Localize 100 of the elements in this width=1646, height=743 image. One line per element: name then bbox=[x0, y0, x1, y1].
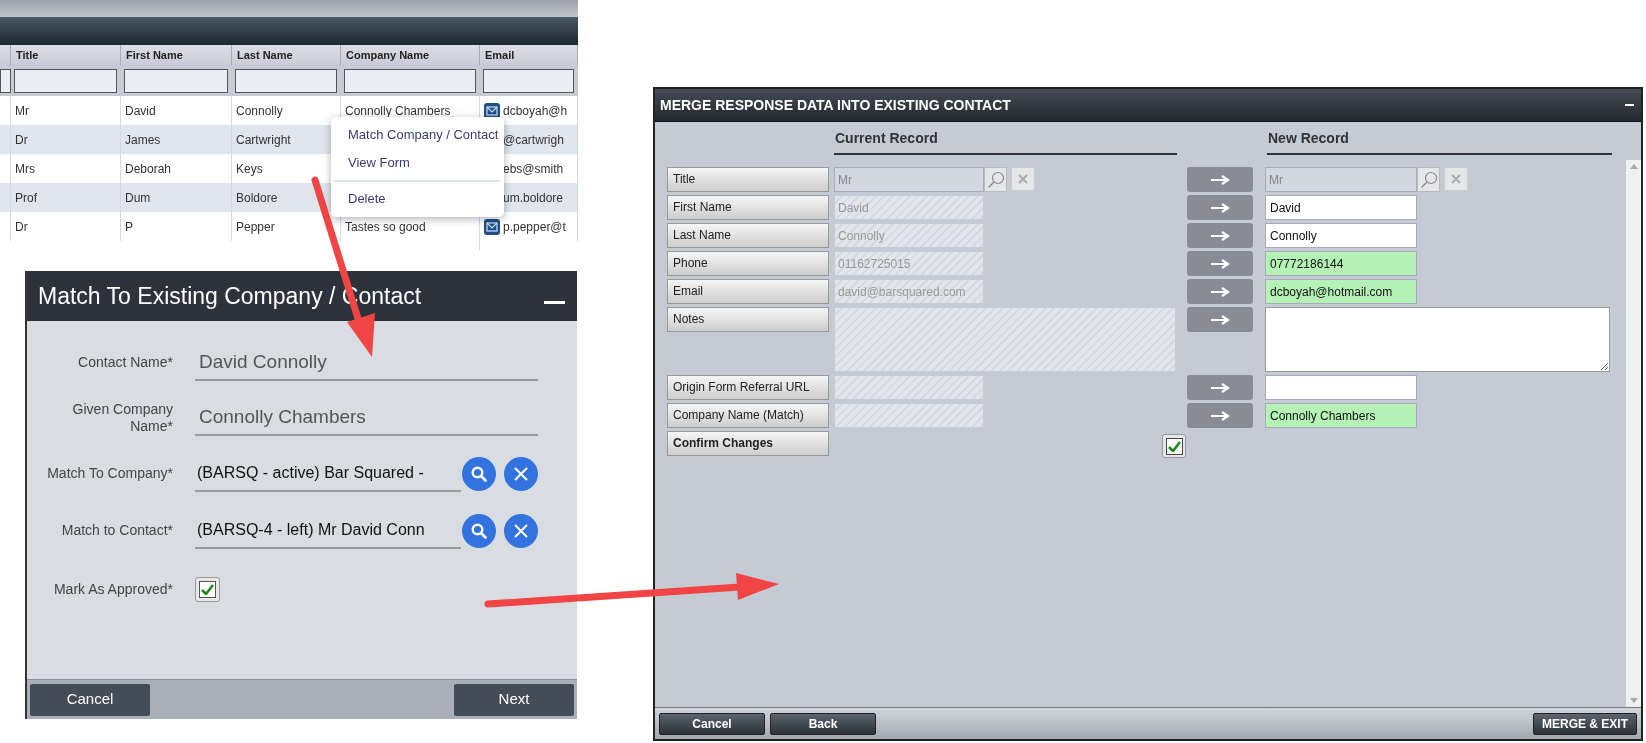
table-cell-text: Mr bbox=[15, 102, 29, 120]
table-cell-text: Boldore bbox=[236, 189, 278, 207]
input-field[interactable]: Connolly bbox=[1265, 223, 1417, 248]
arrow-right-icon bbox=[1210, 258, 1230, 269]
filter-field[interactable] bbox=[14, 69, 117, 93]
field-label: Notes bbox=[667, 307, 829, 332]
input-field[interactable] bbox=[834, 403, 984, 428]
table-cell-text: Tastes so good bbox=[345, 218, 426, 236]
arrow-right-icon bbox=[1210, 202, 1230, 213]
field-label: Given Company Name* bbox=[71, 400, 173, 435]
search-icon bbox=[471, 465, 487, 482]
scrollbar[interactable] bbox=[1626, 160, 1641, 707]
input-field[interactable]: (BARSQ-4 - left) Mr David Conn bbox=[195, 512, 461, 549]
table-cell-text: dcboyah@h bbox=[503, 102, 568, 120]
check-icon bbox=[1167, 440, 1181, 452]
checkbox[interactable] bbox=[195, 576, 220, 602]
field-label: Origin Form Referral URL bbox=[667, 375, 829, 400]
arrow-right-icon bbox=[1210, 314, 1230, 325]
table-cell-text: um.boldore bbox=[503, 189, 564, 207]
dialog-button[interactable]: Back bbox=[770, 712, 876, 735]
copy-value-button[interactable] bbox=[1187, 375, 1253, 400]
column-heading: New Record bbox=[1267, 128, 1612, 155]
copy-value-button[interactable] bbox=[1187, 403, 1253, 428]
search-button[interactable] bbox=[984, 167, 1007, 192]
close-icon bbox=[514, 523, 528, 538]
table-cell-text: @cartwrigh bbox=[503, 131, 564, 149]
table-cell-text: Connolly Chambers bbox=[345, 102, 451, 120]
copy-value-button[interactable] bbox=[1187, 195, 1253, 220]
filter-field[interactable] bbox=[483, 69, 574, 93]
filter-field[interactable] bbox=[235, 69, 337, 93]
minimize-icon bbox=[1624, 104, 1634, 106]
input-field[interactable]: 07772186144 bbox=[1265, 251, 1417, 276]
checkbox[interactable] bbox=[1162, 434, 1186, 458]
copy-value-button[interactable] bbox=[1187, 279, 1253, 304]
field-label: Phone bbox=[667, 251, 829, 276]
clear-button[interactable] bbox=[1011, 167, 1035, 191]
clear-button[interactable] bbox=[504, 456, 538, 491]
search-icon bbox=[471, 522, 487, 539]
input-field[interactable]: (BARSQ - active) Bar Squared - bbox=[195, 455, 461, 492]
table-cell-text: Connolly bbox=[236, 102, 283, 120]
filter-field[interactable] bbox=[124, 69, 228, 93]
filter-field[interactable] bbox=[344, 69, 476, 93]
field-label: Match To Company* bbox=[46, 465, 173, 482]
copy-value-button[interactable] bbox=[1187, 307, 1253, 332]
field-label: Company Name (Match) bbox=[667, 403, 829, 428]
minimize-icon bbox=[543, 301, 565, 304]
clear-button[interactable] bbox=[1444, 167, 1468, 191]
table-cell-text: Dum bbox=[125, 189, 151, 207]
table-cell-text: Cartwright bbox=[236, 131, 291, 149]
input-field[interactable]: David bbox=[1265, 195, 1417, 220]
text-area[interactable] bbox=[1265, 307, 1610, 372]
clear-button[interactable] bbox=[504, 513, 538, 548]
table-cell-text: Mrs bbox=[15, 160, 35, 178]
field-label: Email bbox=[667, 279, 829, 304]
arrow-right-icon bbox=[1210, 174, 1230, 185]
close-icon bbox=[514, 466, 528, 481]
table-cell-text: Dr bbox=[15, 218, 28, 236]
search-button[interactable] bbox=[1417, 167, 1440, 192]
input-field[interactable]: dcboyah@hotmail.com bbox=[1265, 279, 1417, 304]
table-cell-text: Pepper bbox=[236, 218, 275, 236]
input-field[interactable]: David Connolly bbox=[195, 344, 538, 381]
table-cell-text: Prof bbox=[15, 189, 37, 207]
copy-value-button[interactable] bbox=[1187, 223, 1253, 248]
copy-value-button[interactable] bbox=[1187, 167, 1253, 192]
dialog-button[interactable]: Next bbox=[454, 683, 574, 716]
arrow-right-icon bbox=[1210, 230, 1230, 241]
field-label: Confirm Changes bbox=[667, 431, 829, 456]
table-cell-text: Keys bbox=[236, 160, 263, 178]
search-button[interactable] bbox=[462, 513, 496, 548]
close-icon bbox=[1451, 174, 1461, 184]
input-field[interactable] bbox=[834, 375, 984, 400]
field-label: Contact Name* bbox=[77, 354, 173, 371]
input-field[interactable] bbox=[1265, 375, 1417, 400]
input-field[interactable]: Connolly Chambers bbox=[195, 399, 538, 436]
dialog-button[interactable]: Cancel bbox=[659, 712, 765, 735]
field-label: Title bbox=[667, 167, 829, 192]
search-button[interactable] bbox=[462, 456, 496, 491]
table-cell-text: Deborah bbox=[125, 160, 172, 178]
field-label: Match to Contact* bbox=[60, 522, 173, 539]
search-icon bbox=[986, 170, 1005, 189]
dialog-title: MERGE RESPONSE DATA INTO EXISTING CONTACT bbox=[660, 95, 1011, 115]
dialog-button[interactable]: Cancel bbox=[30, 683, 150, 716]
menu-item[interactable]: Match Company / Contact bbox=[331, 121, 504, 149]
column-heading: Current Record bbox=[834, 128, 1177, 155]
table-cell-text: p.pepper@t bbox=[503, 218, 566, 236]
filter-field[interactable] bbox=[0, 69, 11, 93]
arrow-right-icon bbox=[1210, 286, 1230, 297]
table-cell-text: David bbox=[125, 102, 156, 120]
table-cell-text: ebs@smith bbox=[503, 160, 564, 178]
field-label: Last Name bbox=[667, 223, 829, 248]
copy-value-button[interactable] bbox=[1187, 251, 1253, 276]
field-label: Mark As Approved* bbox=[52, 580, 173, 598]
menu-item[interactable]: View Form bbox=[331, 149, 504, 177]
check-icon bbox=[201, 583, 214, 595]
table-cell-text: Dr bbox=[15, 131, 28, 149]
arrow-right-icon bbox=[1210, 410, 1230, 421]
close-icon bbox=[1018, 174, 1028, 184]
input-field[interactable]: Connolly Chambers bbox=[1265, 403, 1417, 428]
menu-item[interactable]: Delete bbox=[331, 185, 504, 213]
merge-button[interactable]: MERGE & EXIT bbox=[1533, 712, 1637, 735]
